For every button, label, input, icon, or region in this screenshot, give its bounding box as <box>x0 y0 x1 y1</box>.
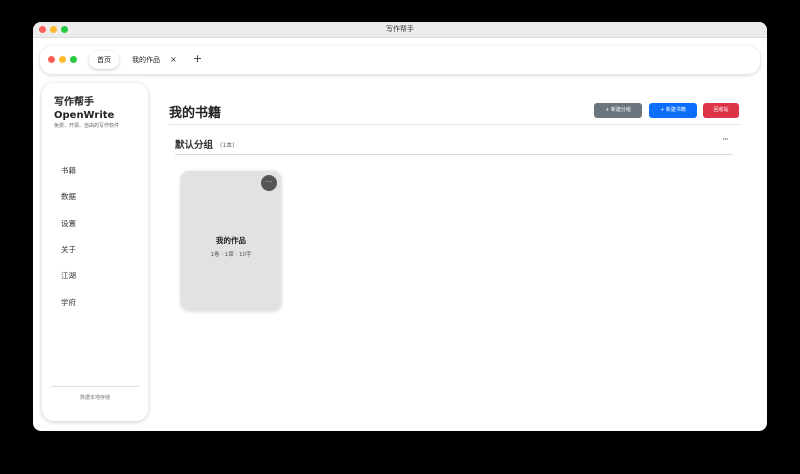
brand-name-cn: 写作帮手 <box>54 97 94 108</box>
tab-my-works[interactable]: 我的作品 <box>128 51 164 69</box>
page-title: 我的书籍 <box>169 106 222 121</box>
brand-title: 写作帮手 OpenWrite <box>54 96 114 122</box>
tabbar-yellow-dot[interactable] <box>59 56 66 63</box>
brand-name-en: OpenWrite <box>54 110 115 121</box>
tab-home[interactable]: 首页 <box>89 51 119 69</box>
add-tab-icon[interactable]: + <box>193 50 202 68</box>
sidebar-item-jianghu[interactable]: 江湖 <box>61 270 76 281</box>
sidebar-item-settings[interactable]: 设置 <box>61 218 76 229</box>
window-title: 写作帮手 <box>386 25 414 33</box>
sidebar-item-about[interactable]: 关于 <box>61 244 76 255</box>
book-title: 我的作品 <box>216 236 246 245</box>
brand-subtitle: 免费、开源、自由的写作软件 <box>54 123 120 129</box>
tab-bar: 首页 我的作品 × + <box>40 46 760 74</box>
sidebar-item-data[interactable]: 数据 <box>61 191 76 202</box>
title-bar: 写作帮手 <box>33 22 767 38</box>
sidebar-item-xuefu[interactable]: 学府 <box>61 297 76 308</box>
book-more-icon[interactable]: ··· <box>261 175 277 191</box>
tabbar-green-dot[interactable] <box>70 56 77 63</box>
group-divider <box>175 154 732 155</box>
storage-note: 数据本地存储 <box>79 395 110 401</box>
book-card[interactable]: ··· 我的作品 1卷 · 1章 · 10字 <box>181 171 281 310</box>
tabbar-red-dot[interactable] <box>48 56 55 63</box>
book-meta: 1卷 · 1章 · 10字 <box>210 252 252 258</box>
app-window: 写作帮手 首页 我的作品 × + 写作帮手 OpenWrite 免费、开源、自由… <box>33 22 767 431</box>
sidebar-item-books[interactable]: 书籍 <box>61 165 76 176</box>
recycle-bin-button[interactable]: 回收站 <box>703 103 739 118</box>
header-divider <box>169 124 741 125</box>
group-title: 默认分组 <box>175 140 214 151</box>
new-group-button[interactable]: + 新建分组 <box>594 103 642 118</box>
sidebar: 写作帮手 OpenWrite 免费、开源、自由的写作软件 书籍 数据 设置 关于… <box>42 83 148 421</box>
new-book-button[interactable]: + 新建书籍 <box>649 103 697 118</box>
more-icon[interactable]: ··· <box>722 135 729 145</box>
sidebar-divider <box>51 386 139 387</box>
group-count: (1本) <box>220 142 235 149</box>
close-icon[interactable]: × <box>170 51 177 69</box>
